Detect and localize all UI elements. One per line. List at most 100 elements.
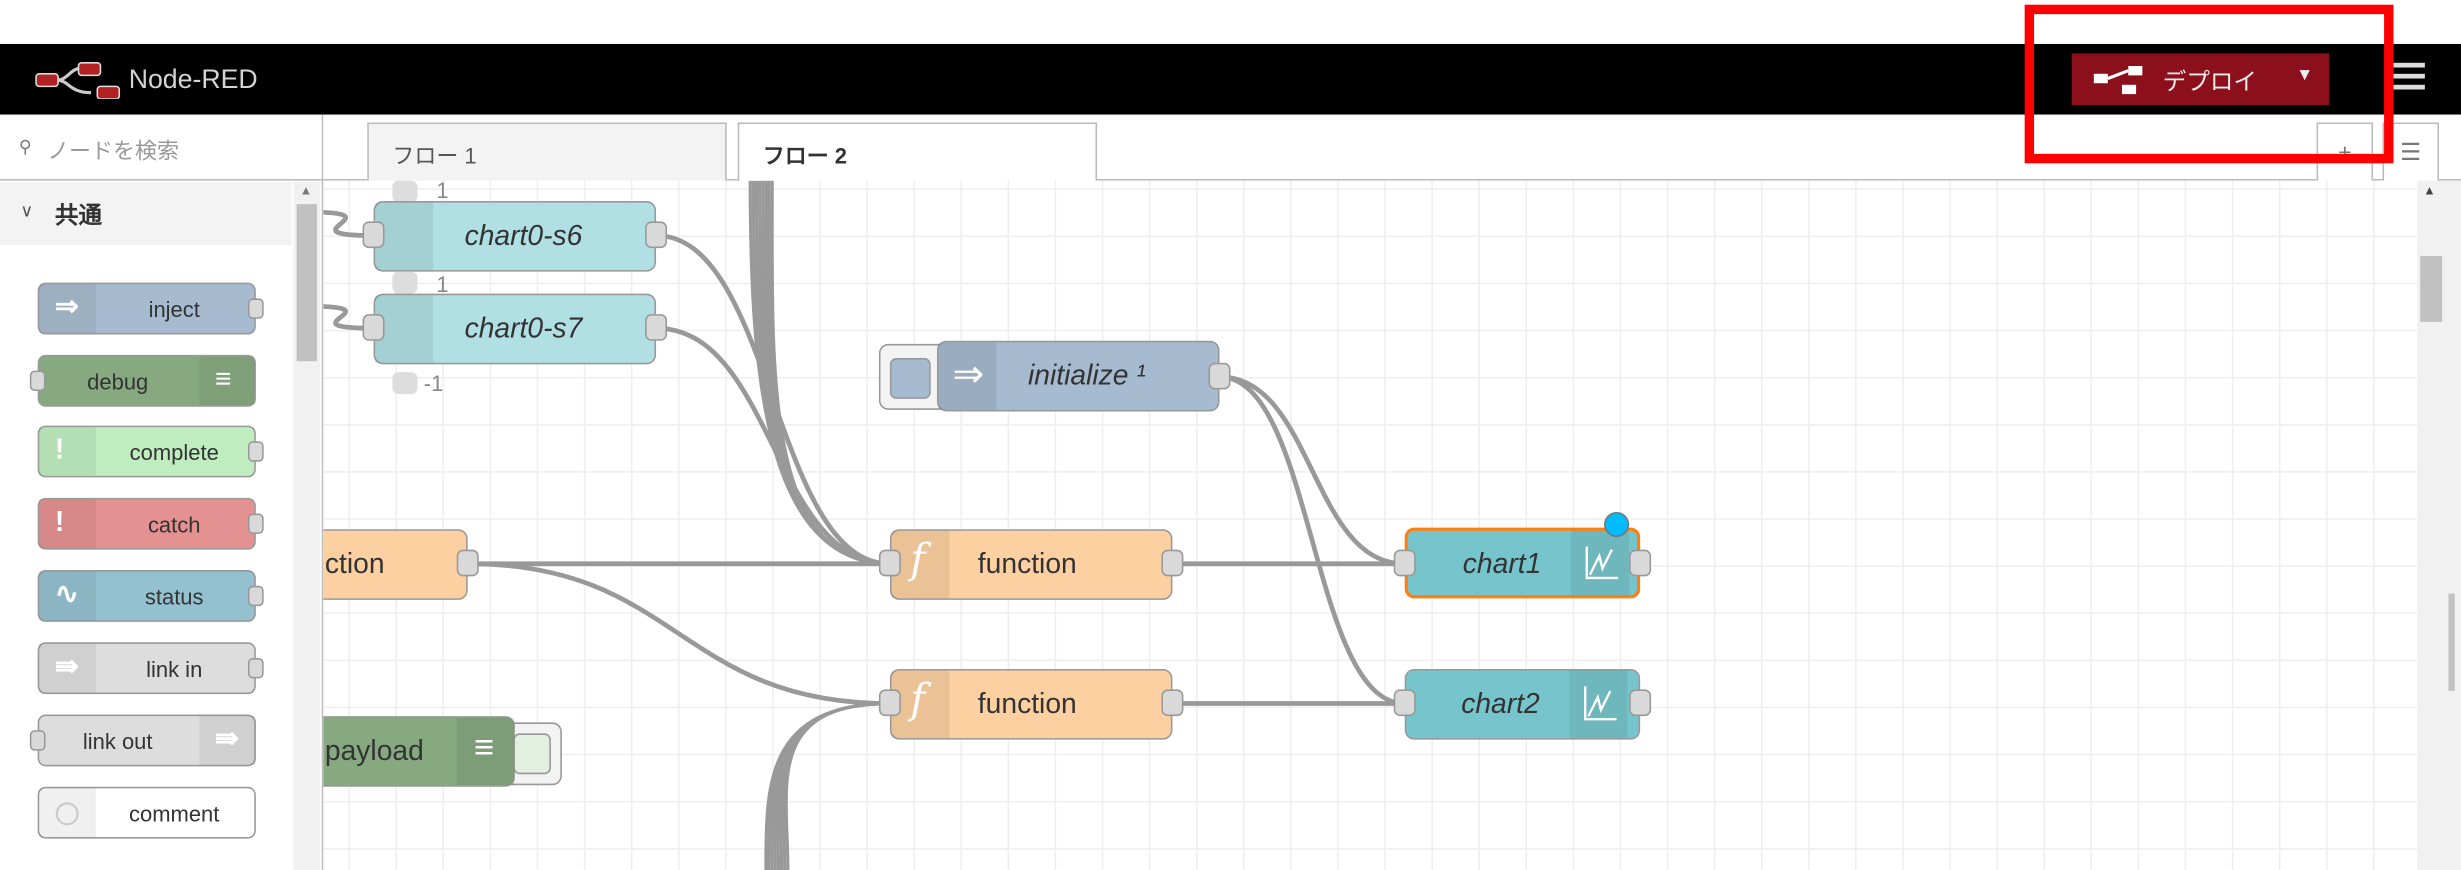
node-function-1[interactable]: f function [889,529,1173,600]
node-chart2[interactable]: chart2 [1404,668,1641,740]
node-port[interactable] [878,689,901,717]
app-title: Node-RED [128,64,258,95]
comment-icon: ◯ [39,788,96,838]
node-port[interactable] [878,549,901,577]
deploy-label: デプロイ [2162,69,2257,96]
palette-sidebar: ⚲ ノードを検索 ∨ 共通 ▲ ⇒ inject ≡ debug! complete! c… [0,114,324,870]
main-menu-button[interactable] [2393,62,2425,94]
exclamation-icon: ! [39,499,96,549]
tab-flow-2[interactable]: フロー 2 [737,122,1098,183]
palette-node-status[interactable]: ∿ status [37,570,264,622]
node-function-2[interactable]: f function [889,668,1173,740]
wire[interactable] [758,180,890,566]
node-label: ction [324,548,385,580]
wire[interactable] [770,701,890,870]
line-chart-icon [1571,530,1630,596]
node-port [247,513,264,534]
arrow-right-icon: ⇒ [39,284,96,333]
node-port[interactable] [645,314,668,341]
add-flow-button[interactable]: + [2316,122,2374,181]
node-chart0-s7[interactable]: chart0-s7 [373,293,657,365]
node-label: chart0-s6 [464,219,583,252]
palette-node-link-in[interactable]: ⇛ link in [37,642,264,695]
wire[interactable] [781,701,890,870]
node-port[interactable] [1161,689,1184,717]
node-debug-partial[interactable]: payload ≡ [323,716,515,787]
deploy-button[interactable]: デプロイ ▼ [2071,53,2330,106]
node-port [247,298,264,319]
palette-node-link-out[interactable]: ⇛ link out [29,714,256,767]
node-port[interactable] [456,549,479,577]
status-indicator [392,372,418,395]
wire[interactable] [776,701,890,870]
wires-layer [323,180,1405,870]
scroll-up-icon[interactable]: ▲ [2423,184,2435,198]
palette-node-label: comment [129,800,220,827]
palette-node-label: status [144,584,204,610]
tab-label: フロー 1 [392,142,477,169]
search-input-placeholder[interactable]: ノードを検索 [47,135,179,166]
node-port[interactable] [1393,549,1416,577]
palette-node-label: link out [82,728,153,754]
node-label: function [977,548,1077,580]
node-label: chart1 [1462,548,1542,580]
node-port[interactable] [1208,362,1231,390]
palette-scrollbar[interactable]: ▲ [293,182,321,870]
palette-node-catch[interactable]: ! catch [37,497,264,550]
wire[interactable] [764,180,890,566]
tab-label: フロー 2 [762,142,848,169]
status-indicator [392,180,418,203]
palette-node-label: debug [87,369,149,395]
node-status: -1 [423,370,444,396]
flow-workspace[interactable]: 1 chart0-s6 1 chart0-s7 -1 ⇒ initialize … [323,180,2418,870]
node-label: chart0-s7 [464,312,583,344]
wire[interactable] [779,701,890,870]
search-icon: ⚲ [18,138,32,158]
chevron-down-icon: ∨ [20,202,34,222]
exclamation-icon: ! [39,427,96,476]
node-port [247,657,264,679]
line-chart-icon [1569,670,1628,739]
node-chart1[interactable]: chart1 [1404,527,1641,599]
wire[interactable] [467,561,890,706]
palette-scroll-thumb[interactable] [296,204,318,362]
node-port[interactable] [362,314,385,341]
node-function-partial[interactable]: ction [323,529,468,600]
node-port [247,441,264,462]
palette-category-common[interactable]: ∨ 共通 [0,182,292,245]
wire[interactable] [767,180,890,566]
node-port[interactable] [1629,549,1652,577]
wire[interactable] [773,701,890,870]
node-port[interactable] [1629,689,1652,717]
palette-node-label: link in [146,656,203,682]
node-chart0-s6[interactable]: chart0-s6 [373,201,657,272]
pulse-icon: ∿ [39,571,96,621]
node-label: chart2 [1461,687,1540,720]
palette-node-debug[interactable]: ≡ debug [29,354,256,407]
wire[interactable] [1219,374,1405,706]
wire[interactable] [770,180,890,566]
node-initialize[interactable]: ⇒ initialize ¹ [936,340,1220,412]
palette-search[interactable]: ⚲ ノードを検索 [0,115,322,181]
flow-tabs: フロー 1 フロー 2 + ☰ [323,114,2461,183]
workspace-scrollbar[interactable]: ▲ [2417,180,2461,870]
deploy-icon [2093,65,2143,95]
workspace-scroll-thumb[interactable] [2420,255,2443,322]
node-port[interactable] [645,221,668,249]
palette-node-comment[interactable]: ◯ comment [37,786,256,839]
list-icon: ≡ [199,356,256,406]
node-status: 1 [436,180,449,203]
workspace-hscroll-thumb[interactable] [2448,593,2455,691]
scroll-up-icon[interactable]: ▲ [300,184,312,198]
node-port[interactable] [1393,689,1416,717]
node-port[interactable] [1161,549,1184,577]
node-label: payload [324,734,424,767]
node-port[interactable] [362,221,385,249]
list-icon: ≡ [456,717,515,786]
tab-flow-1[interactable]: フロー 1 [367,122,727,181]
palette-node-inject[interactable]: ⇒ inject [37,282,264,335]
list-flows-button[interactable]: ☰ [2382,122,2440,181]
wire[interactable] [761,180,890,566]
deploy-dropdown-caret-icon[interactable]: ▼ [2296,66,2313,85]
palette-node-complete[interactable]: ! complete [37,425,264,478]
